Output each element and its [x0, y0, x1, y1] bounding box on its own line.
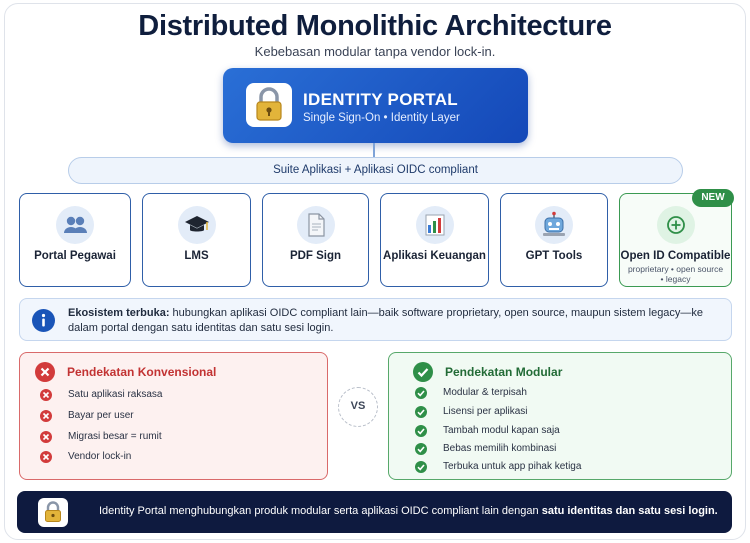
app-card-open-id-compatible: Open ID Compatible proprietary • open so…: [619, 193, 732, 287]
padlock-icon: [38, 498, 68, 527]
check-icon: [415, 425, 427, 437]
x-icon: [40, 451, 52, 463]
check-icon: [415, 387, 427, 399]
app-label: Open ID Compatible: [620, 250, 731, 262]
list-item-text: Bayar per user: [68, 410, 134, 421]
app-card-portal-pegawai: Portal Pegawai: [19, 193, 131, 287]
app-label: GPT Tools: [525, 250, 583, 262]
footer-banner: Identity Portal menghubungkan produk mod…: [17, 491, 732, 533]
list-item-text: Bebas memilih kombinasi: [443, 443, 557, 454]
robot-icon: [535, 206, 573, 244]
suite-bar: Suite Aplikasi + Aplikasi OIDC compliant: [68, 157, 683, 184]
footer-body: Identity Portal menghubungkan produk mod…: [99, 505, 542, 517]
bar-chart-icon: [415, 206, 454, 244]
conventional-panel: Pendekatan Konvensional Satu aplikasi ra…: [19, 352, 328, 480]
check-icon: [415, 461, 427, 473]
app-card-pdf-sign: PDF Sign: [262, 193, 369, 287]
new-badge: NEW: [692, 189, 734, 207]
info-text: Ekosistem terbuka: hubungkan aplikasi OI…: [68, 306, 718, 336]
info-banner: Ekosistem terbuka: hubungkan aplikasi OI…: [19, 298, 732, 341]
list-item-text: Vendor lock-in: [68, 451, 132, 462]
app-card-aplikasi-keuangan: Aplikasi Keuangan: [380, 193, 489, 287]
app-label: Aplikasi Keuangan: [383, 250, 486, 262]
conventional-title: Pendekatan Konvensional: [67, 365, 217, 379]
app-card-gpt-tools: GPT Tools: [500, 193, 608, 287]
vs-badge: VS: [338, 387, 378, 427]
list-item-text: Lisensi per aplikasi: [443, 406, 528, 417]
app-sublabel: proprietary • open source • legacy: [627, 264, 724, 284]
check-icon: [415, 406, 427, 418]
list-item-text: Satu aplikasi raksasa: [68, 389, 163, 400]
footer-bold: satu identitas dan satu sesi login.: [541, 505, 718, 517]
check-circle-icon: [413, 362, 433, 382]
info-bold: Ekosistem terbuka:: [68, 307, 170, 319]
x-icon: [40, 431, 52, 443]
list-item-text: Modular & terpisah: [443, 387, 527, 398]
list-item-text: Tambah modul kapan saja: [443, 425, 560, 436]
people-icon: [56, 206, 94, 244]
x-icon: [40, 389, 52, 401]
portal-title: IDENTITY PORTAL: [303, 90, 458, 109]
check-icon: [415, 443, 427, 455]
app-label: Portal Pegawai: [34, 250, 116, 262]
modular-title: Pendekatan Modular: [445, 365, 563, 379]
list-item-text: Migrasi besar = rumit: [68, 431, 162, 442]
graduation-cap-icon: [177, 206, 216, 244]
padlock-icon: [246, 83, 292, 127]
app-label: PDF Sign: [289, 250, 342, 262]
plus-circle-icon: [656, 206, 695, 244]
document-icon: [296, 206, 335, 244]
page-subtitle: Kebebasan modular tanpa vendor lock-in.: [254, 44, 496, 59]
list-item-text: Terbuka untuk app pihak ketiga: [443, 461, 582, 472]
info-icon: [32, 309, 55, 332]
app-label: LMS: [184, 250, 209, 262]
modular-panel: Pendekatan Modular Modular & terpisah Li…: [388, 352, 732, 480]
identity-portal-box: IDENTITY PORTAL Single Sign-On • Identit…: [223, 68, 528, 143]
portal-subtitle: Single Sign-On • Identity Layer: [303, 112, 460, 124]
x-circle-icon: [35, 362, 55, 382]
x-icon: [40, 410, 52, 422]
app-card-lms: LMS: [142, 193, 251, 287]
page-title: Distributed Monolithic Architecture: [138, 10, 612, 42]
footer-text: Identity Portal menghubungkan produk mod…: [99, 505, 718, 517]
